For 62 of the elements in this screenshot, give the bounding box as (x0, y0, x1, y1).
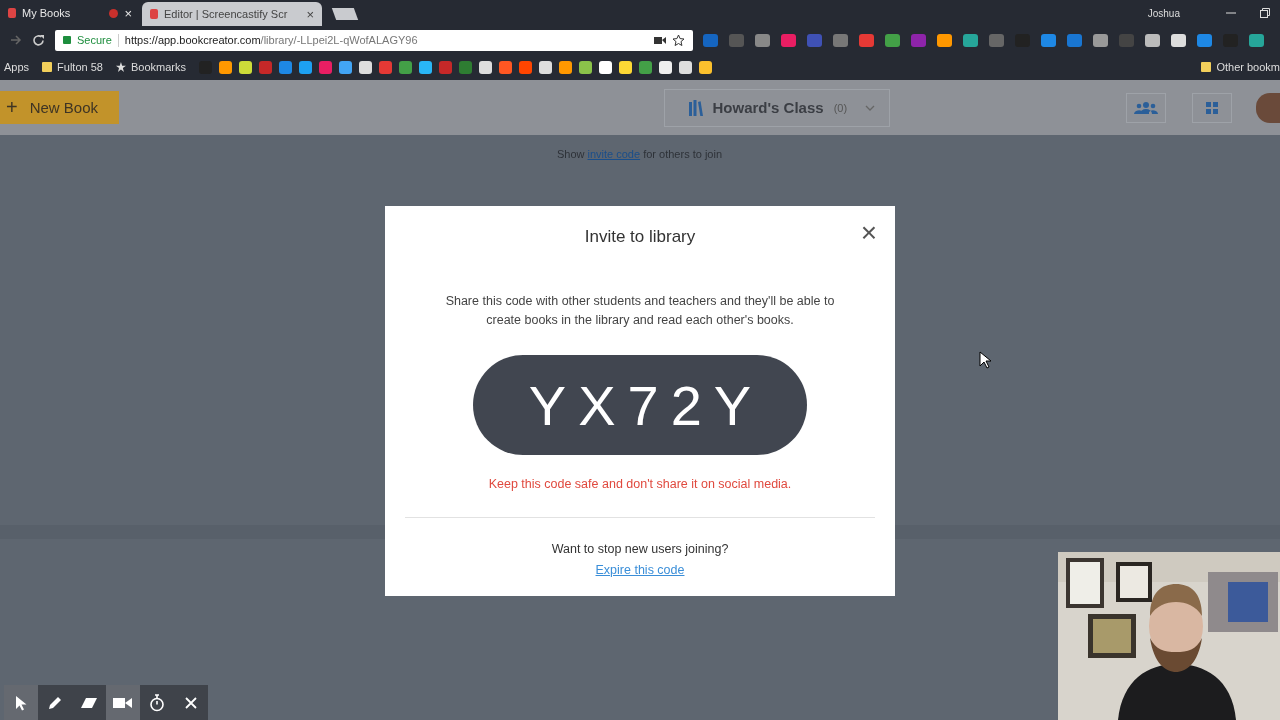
address-field[interactable]: Secure https://app.bookcreator.com/library/-LLpei2L-qWofALAGY96 (55, 29, 693, 51)
bookmark[interactable]: Fulton 58 (42, 61, 103, 73)
camera-icon[interactable] (654, 35, 666, 45)
browser-tab[interactable]: Editor | Screencastify Scr × (142, 2, 322, 26)
extension-icon[interactable] (885, 33, 900, 47)
bookmark-icon[interactable] (559, 60, 572, 74)
bookmark-icon[interactable] (479, 60, 492, 74)
chevron-icon (864, 104, 875, 111)
other-bookmarks[interactable]: Other bookm (1201, 61, 1280, 73)
dialog-title: Invite to library (584, 227, 696, 247)
bookmark-icon[interactable] (539, 60, 552, 74)
pencil-icon (47, 694, 63, 711)
video-camera-icon (113, 696, 133, 709)
bookmark[interactable]: Bookmarks (115, 61, 186, 73)
tab-close-icon[interactable]: × (306, 6, 314, 22)
bookmark-icon[interactable] (679, 60, 692, 74)
bookmark-icon[interactable] (239, 60, 252, 74)
close-button[interactable]: × (860, 222, 877, 244)
extension-icon[interactable] (1171, 33, 1186, 47)
new-tab-button[interactable] (331, 8, 359, 20)
extension-icon[interactable] (1093, 33, 1108, 47)
people-icon (1134, 101, 1158, 114)
tab-close-icon[interactable]: × (124, 5, 132, 21)
stopwatch-icon (149, 693, 165, 712)
bookmark-icon[interactable] (579, 60, 592, 74)
bookmark-icon[interactable] (599, 60, 612, 74)
warning-text: Keep this code safe and don't share it on social media. (488, 477, 792, 491)
lock-icon (63, 36, 71, 44)
expire-code-link[interactable]: Expire this code (595, 563, 685, 577)
close-icon (185, 696, 197, 709)
extension-icon[interactable] (963, 33, 978, 47)
bookmark-icon[interactable] (699, 60, 712, 74)
pointer-tool[interactable] (4, 685, 38, 720)
users-button[interactable] (1126, 92, 1166, 123)
new-book-button[interactable]: + New Book (0, 91, 120, 124)
extension-icon[interactable] (937, 33, 952, 47)
books-icon (688, 99, 703, 116)
star-icon[interactable] (672, 33, 685, 47)
cursor-icon (979, 351, 991, 369)
tab-favicon (150, 9, 158, 19)
tab-favicon (8, 8, 16, 18)
extension-icon[interactable] (1145, 33, 1160, 47)
extension-icon[interactable] (1249, 33, 1264, 47)
bookmark-icon[interactable] (419, 60, 432, 74)
bookmark-icon[interactable] (359, 60, 372, 74)
profile-name[interactable]: Joshua (1147, 7, 1180, 19)
invite-code: YX72Y (473, 355, 807, 455)
forward-icon[interactable] (10, 34, 22, 46)
camera-tool[interactable] (106, 685, 140, 720)
recording-icon (109, 8, 119, 18)
question-text: Want to stop new users joining? (551, 542, 729, 556)
grid-view-button[interactable] (1192, 92, 1232, 123)
bookmark[interactable]: Apps (4, 61, 30, 73)
dialog-message: Share this code with other students and teachers and they'll be able to create books in the library and read each other's books. (445, 293, 835, 329)
reload-icon[interactable] (32, 33, 45, 47)
bookmark-icon[interactable] (619, 60, 632, 74)
restore-icon[interactable] (1260, 8, 1270, 18)
avatar[interactable] (1256, 92, 1280, 123)
pointer-icon (15, 694, 27, 711)
bookmark-icon[interactable] (659, 60, 672, 74)
bookmark-icon[interactable] (219, 60, 232, 74)
grid-icon (1206, 101, 1218, 114)
